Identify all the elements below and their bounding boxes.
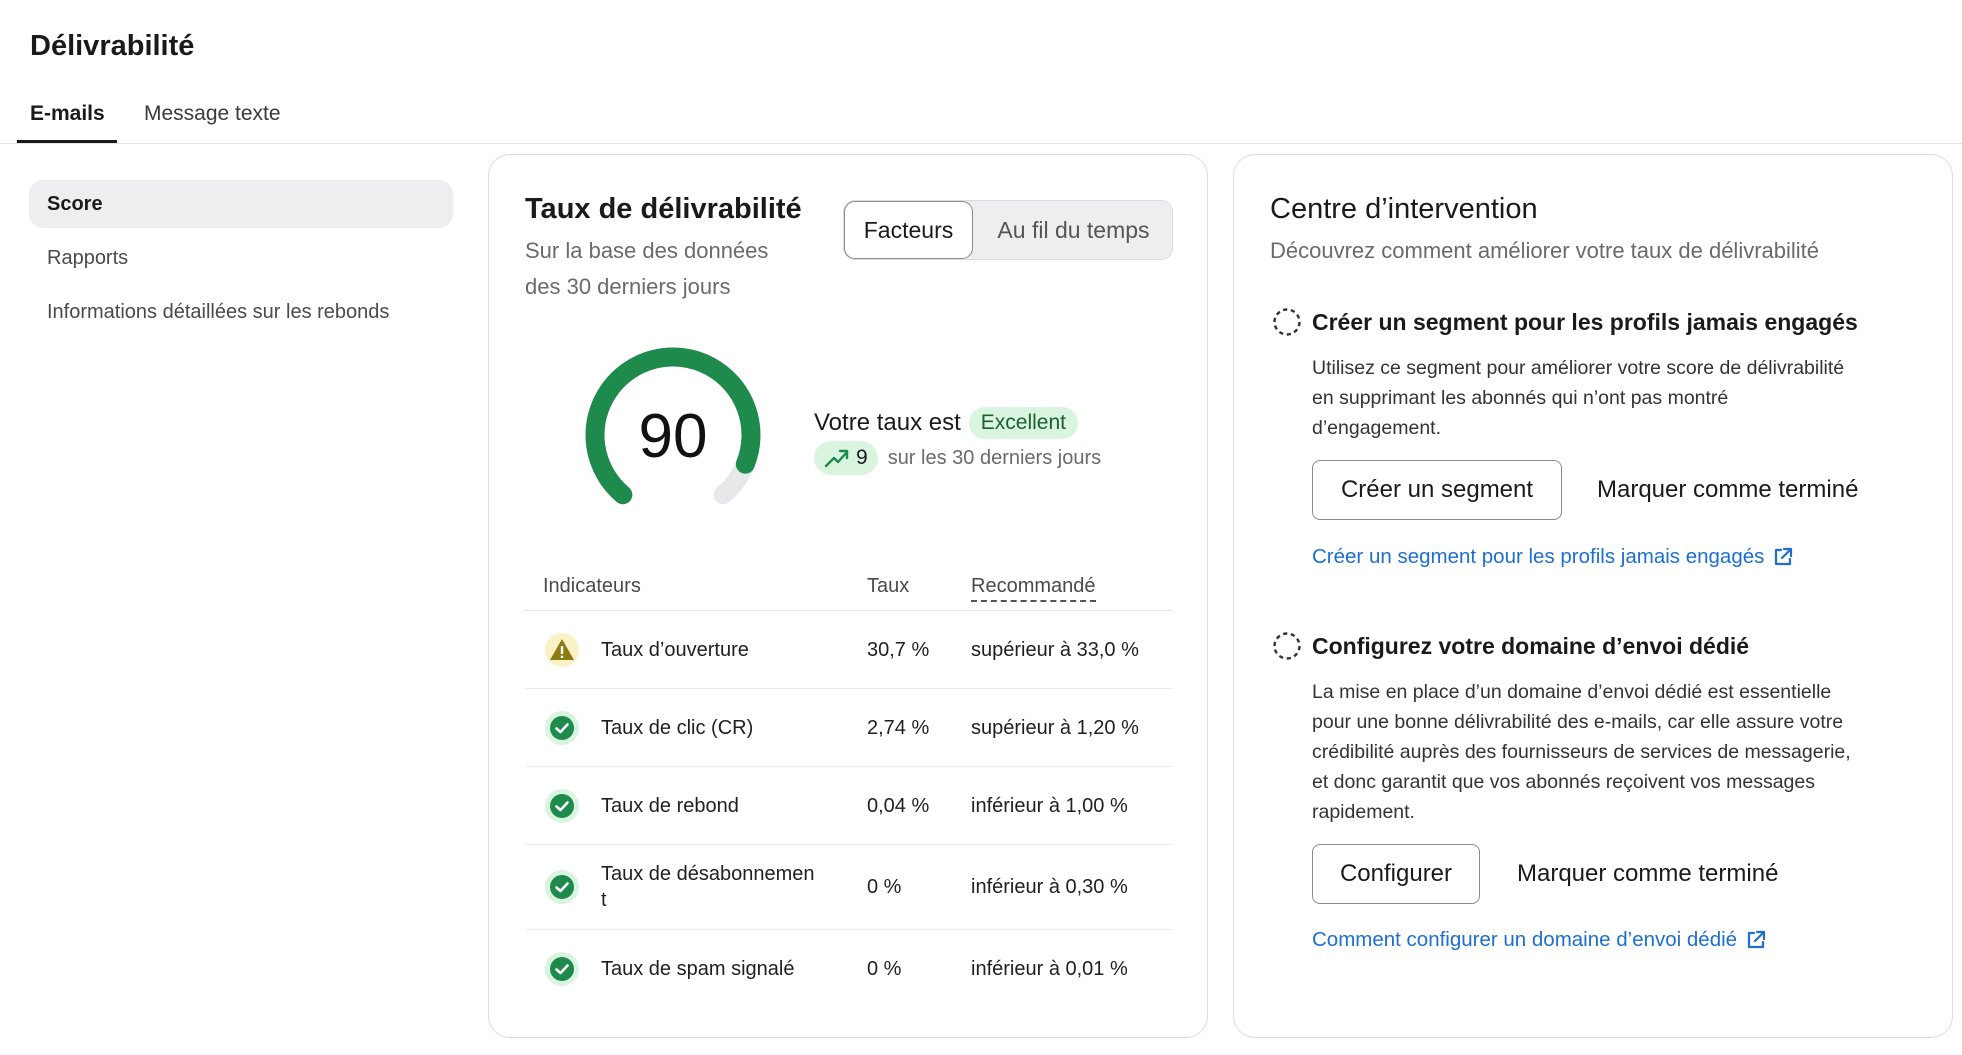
active-tab-indicator xyxy=(17,140,117,143)
check-circle-icon xyxy=(545,870,579,904)
row-indicator: Taux de désabonnemen t xyxy=(601,861,841,913)
dashed-circle-icon xyxy=(1273,308,1301,336)
page-title: Délivrabilité xyxy=(30,30,195,62)
row-rate: 0 % xyxy=(867,876,902,898)
header-indicators: Indicateurs xyxy=(543,575,641,597)
row-rate: 30,7 % xyxy=(867,638,930,661)
indicators-table: Indicateurs Taux Recommandé Taux d’ouver… xyxy=(525,563,1173,1008)
tab-text-message[interactable]: Message texte xyxy=(144,102,281,144)
table-header: Indicateurs Taux Recommandé xyxy=(525,563,1173,611)
section-text-line: en supprimant les abonnés qui n’ont pas … xyxy=(1312,387,1729,409)
sidebar-item-score[interactable]: Score xyxy=(29,180,453,228)
sidebar-item-bounce-insights[interactable]: Informations détaillées sur les rebonds xyxy=(29,288,453,336)
section-text-line: rapidement. xyxy=(1312,801,1415,823)
external-link-icon xyxy=(1775,547,1793,566)
row-indicator: Taux de spam signalé xyxy=(601,958,795,980)
section-text-domain: La mise en place d’un domaine d’envoi dé… xyxy=(1312,677,1924,827)
row-rate: 0 % xyxy=(867,958,902,980)
external-link-icon xyxy=(1747,930,1766,949)
tab-bar: E-mails Message texte xyxy=(0,96,1962,144)
domain-help-link-text[interactable]: Comment configurer un domaine d’envoi dé… xyxy=(1312,928,1737,952)
tab-emails[interactable]: E-mails xyxy=(30,102,105,144)
warning-triangle-icon xyxy=(545,632,579,667)
table-row: Taux de désabonnemen t 0 % inférieur à 0… xyxy=(525,845,1173,930)
row-recommended: inférieur à 1,00 % xyxy=(971,794,1128,817)
score-value: 90 xyxy=(638,402,708,471)
domain-help-link[interactable]: Comment configurer un domaine d’envoi dé… xyxy=(1312,928,1767,952)
section-text-line: La mise en place d’un domaine d’envoi dé… xyxy=(1312,681,1832,703)
trend-info: 9 sur les 30 derniers jours xyxy=(814,441,1101,475)
trend-label: sur les 30 derniers jours xyxy=(887,446,1102,469)
create-segment-button[interactable]: Créer un segment xyxy=(1312,460,1562,520)
mark-done-button-segment[interactable]: Marquer comme terminé xyxy=(1597,460,1858,520)
section-title-domain: Configurez votre domaine d’envoi dédié xyxy=(1312,633,1750,659)
mark-done-button-domain[interactable]: Marquer comme terminé xyxy=(1517,844,1778,904)
header-rate: Taux xyxy=(867,575,910,597)
sidebar-item-reports[interactable]: Rapports xyxy=(29,234,453,282)
row-recommended: supérieur à 1,20 % xyxy=(971,716,1139,739)
section-text-line: et donc garantit que vos abonnés reçoive… xyxy=(1312,771,1815,793)
deliverability-subtitle-line2: des 30 derniers jours xyxy=(525,274,731,299)
table-row: Taux d’ouverture 30,7 % supérieur à 33,0… xyxy=(525,611,1173,689)
sidebar: Score Rapports Informations détaillées s… xyxy=(29,180,453,342)
trend-pill: 9 xyxy=(814,441,878,475)
row-recommended: inférieur à 0,01 % xyxy=(971,958,1128,980)
deliverability-subtitle: Sur la base des données des 30 derniers … xyxy=(525,233,768,305)
view-toggle: Facteurs Au fil du temps xyxy=(843,200,1173,260)
configure-button[interactable]: Configurer xyxy=(1312,844,1480,904)
table-row: Taux de spam signalé 0 % inférieur à 0,0… xyxy=(525,930,1173,1008)
section-text-line: pour une bonne délivrabilité des e-mails… xyxy=(1312,711,1844,733)
dashed-circle-icon xyxy=(1273,632,1301,660)
section-text-line: Utilisez ce segment pour améliorer votre… xyxy=(1312,357,1845,379)
rate-label: Votre taux est xyxy=(814,409,961,436)
row-rate: 0,04 % xyxy=(867,794,930,817)
trend-value: 9 xyxy=(856,446,868,469)
segment-help-link-text[interactable]: Créer un segment pour les profils jamais… xyxy=(1312,545,1764,569)
table-row: Taux de clic (CR) 2,74 % supérieur à 1,2… xyxy=(525,689,1173,767)
table-row: Taux de rebond 0,04 % inférieur à 1,00 % xyxy=(525,767,1173,845)
action-center-subtitle: Découvrez comment améliorer votre taux d… xyxy=(1270,238,1820,263)
row-recommended: inférieur à 0,30 % xyxy=(971,876,1128,898)
action-center-title: Centre d’intervention xyxy=(1270,193,1538,225)
deliverability-title: Taux de délivrabilité xyxy=(525,193,802,225)
toggle-over-time[interactable]: Au fil du temps xyxy=(973,201,1174,259)
row-indicator: Taux de clic (CR) xyxy=(601,716,754,739)
row-recommended: supérieur à 33,0 % xyxy=(971,638,1139,661)
toggle-factors[interactable]: Facteurs xyxy=(844,201,973,259)
section-title-segment: Créer un segment pour les profils jamais… xyxy=(1312,309,1858,335)
rate-status: Votre taux est Excellent xyxy=(814,407,1078,439)
rate-badge: Excellent xyxy=(968,407,1078,439)
row-indicator: Taux d’ouverture xyxy=(601,638,749,661)
check-circle-icon xyxy=(545,788,579,823)
trending-up-icon xyxy=(824,449,849,468)
deliverability-subtitle-line1: Sur la base des données xyxy=(525,238,769,263)
check-circle-icon xyxy=(545,952,579,986)
header-recommended[interactable]: Recommandé xyxy=(971,575,1096,602)
action-center-card: Centre d’intervention Découvrez comment … xyxy=(1233,154,1953,1038)
check-circle-icon xyxy=(545,710,579,745)
section-text-segment: Utilisez ce segment pour améliorer votre… xyxy=(1312,353,1924,443)
section-text-line: crédibilité auprès des fournisseurs de s… xyxy=(1312,741,1851,763)
row-indicator-line1: Taux de désabonnemen xyxy=(601,863,815,885)
row-rate: 2,74 % xyxy=(867,716,930,739)
row-indicator-line2: t xyxy=(601,889,607,911)
deliverability-card: Taux de délivrabilité Sur la base des do… xyxy=(488,154,1208,1038)
segment-help-link[interactable]: Créer un segment pour les profils jamais… xyxy=(1312,545,1794,569)
section-text-line: d’engagement. xyxy=(1312,417,1442,439)
row-indicator: Taux de rebond xyxy=(601,794,739,817)
